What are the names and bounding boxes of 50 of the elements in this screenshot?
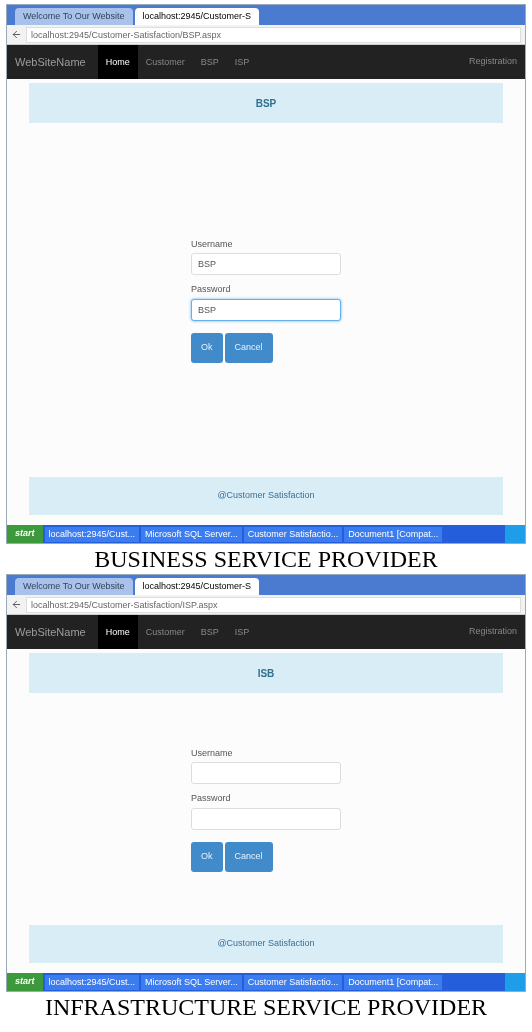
registration-link[interactable]: Registration xyxy=(468,625,517,639)
taskbar-item[interactable]: Customer Satisfactio... xyxy=(243,974,343,990)
address-bar[interactable]: localhost:2945/Customer-Satisfaction/BSP.aspx xyxy=(26,26,521,43)
nav-link[interactable]: ISP xyxy=(226,615,258,649)
field-label: Username xyxy=(191,237,234,251)
address-bar[interactable]: localhost:2945/Customer-Satisfaction/ISP.aspx xyxy=(26,596,521,613)
nav-link[interactable]: ISP xyxy=(226,45,258,79)
taskbar-item[interactable]: Document1 [Compat... xyxy=(344,974,443,990)
nav-link[interactable]: Home xyxy=(97,615,138,649)
form-button[interactable]: Ok xyxy=(191,332,223,363)
text-field[interactable]: BSP xyxy=(191,298,341,321)
browser-tab[interactable]: localhost:2945/Customer-S xyxy=(134,578,260,595)
start-button[interactable]: start xyxy=(7,525,43,543)
text-field[interactable]: BSP xyxy=(191,253,341,275)
taskbar-item[interactable]: Document1 [Compat... xyxy=(344,526,443,542)
site-brand[interactable]: WebSiteName xyxy=(15,53,86,71)
taskbar-item[interactable]: Microsoft SQL Server... xyxy=(141,974,242,990)
field-label: Password xyxy=(191,283,232,296)
back-arrow-icon[interactable] xyxy=(11,599,22,610)
form-button[interactable]: Cancel xyxy=(224,332,273,363)
browser-tab[interactable]: Welcome To Our Website xyxy=(15,8,133,25)
registration-link[interactable]: Registration xyxy=(468,55,517,69)
page-footer: @Customer Satisfaction xyxy=(29,477,503,515)
field-label: Password xyxy=(191,792,232,805)
nav-link[interactable]: Customer xyxy=(137,615,193,649)
field-label: Username xyxy=(191,746,234,760)
nav-link[interactable]: BSP xyxy=(192,615,227,649)
page-header: ISB xyxy=(29,653,503,693)
page-header: BSP xyxy=(29,83,503,123)
taskbar-item[interactable]: localhost:2945/Cust... xyxy=(44,974,140,990)
nav-link[interactable]: Customer xyxy=(137,45,193,79)
system-tray xyxy=(505,973,525,991)
nav-link[interactable]: Home xyxy=(97,45,138,79)
site-brand[interactable]: WebSiteName xyxy=(15,623,86,641)
browser-tab[interactable]: localhost:2945/Customer-S xyxy=(134,8,260,25)
back-arrow-icon[interactable] xyxy=(11,29,22,40)
figure-caption: INFRASTRUCTURE SERVICE PROVIDER xyxy=(43,993,489,1022)
taskbar-item[interactable]: Customer Satisfactio... xyxy=(243,526,343,542)
browser-tab[interactable]: Welcome To Our Website xyxy=(15,578,133,595)
start-button[interactable]: start xyxy=(7,973,43,991)
system-tray xyxy=(505,525,525,543)
page-footer: @Customer Satisfaction xyxy=(29,925,503,963)
form-button[interactable]: Cancel xyxy=(224,841,273,872)
form-button[interactable]: Ok xyxy=(191,841,223,872)
text-field[interactable] xyxy=(191,762,341,784)
taskbar-item[interactable]: localhost:2945/Cust... xyxy=(44,526,140,542)
figure-caption: BUSINESS SERVICE PROVIDER xyxy=(93,545,439,574)
nav-link[interactable]: BSP xyxy=(192,45,227,79)
text-field[interactable] xyxy=(191,807,341,830)
taskbar-item[interactable]: Microsoft SQL Server... xyxy=(141,526,242,542)
